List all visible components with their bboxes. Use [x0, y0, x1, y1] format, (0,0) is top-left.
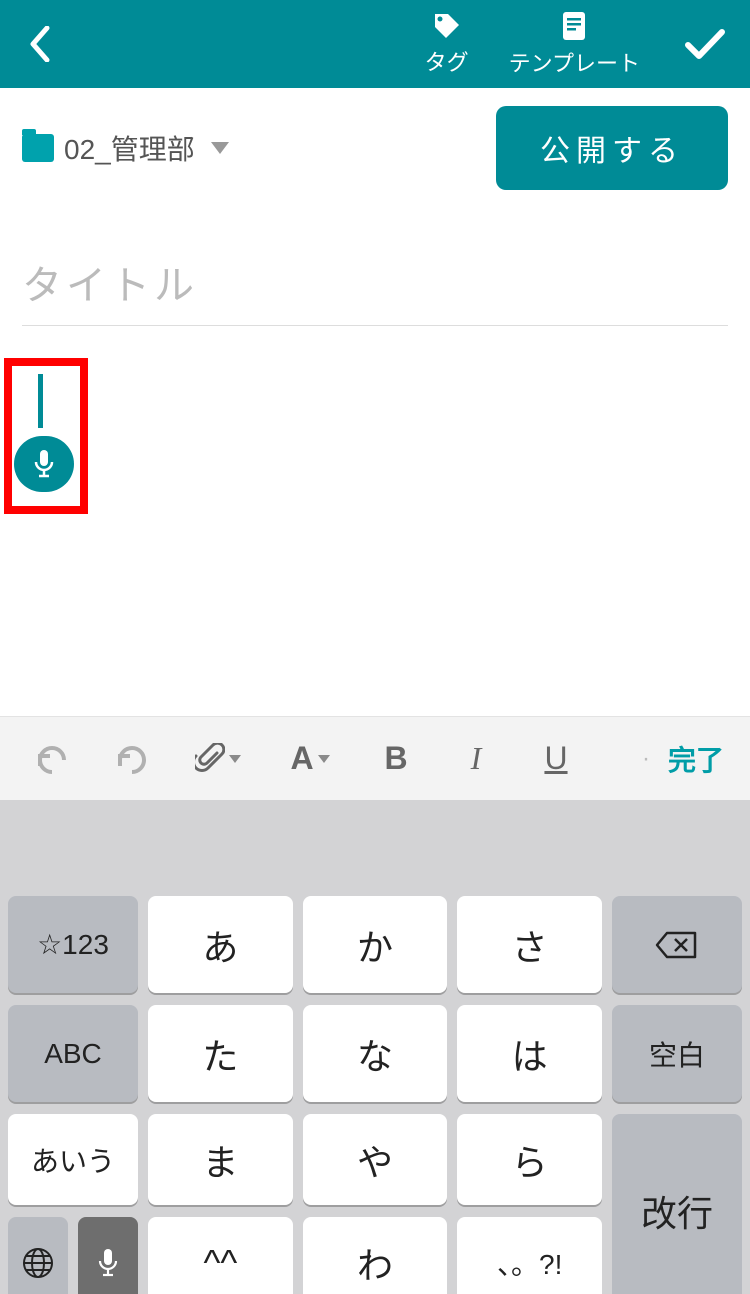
- undo-icon: [34, 744, 70, 774]
- key-wa[interactable]: わ: [303, 1217, 448, 1294]
- publish-button[interactable]: 公開する: [496, 106, 728, 190]
- bold-button[interactable]: B: [360, 731, 432, 787]
- done-button[interactable]: 完了: [658, 739, 734, 779]
- voice-input-button[interactable]: [14, 436, 74, 492]
- key-backspace[interactable]: [612, 896, 742, 993]
- soft-keyboard: ☆123 あ か さ ABC た な は 空白 あいう ま: [0, 800, 750, 1294]
- key-ha[interactable]: は: [457, 1005, 602, 1102]
- italic-icon: I: [471, 740, 482, 777]
- template-button[interactable]: テンプレート: [509, 10, 640, 78]
- key-space[interactable]: 空白: [612, 1005, 742, 1102]
- chevron-down-icon: [229, 755, 241, 763]
- redo-icon: [114, 744, 150, 774]
- bold-icon: B: [384, 740, 407, 777]
- tag-button[interactable]: タグ: [425, 11, 469, 77]
- font-style-button[interactable]: A: [268, 731, 352, 787]
- chevron-down-icon: [318, 755, 330, 763]
- template-label: テンプレート: [509, 46, 640, 78]
- microphone-icon: [96, 1247, 120, 1279]
- key-ma[interactable]: ま: [148, 1114, 293, 1205]
- back-button[interactable]: [20, 24, 60, 64]
- key-ya[interactable]: や: [303, 1114, 448, 1205]
- folder-selector[interactable]: 02_管理部: [22, 128, 229, 168]
- chevron-down-icon: [211, 142, 229, 154]
- key-symbols[interactable]: ☆123: [8, 896, 138, 993]
- body-editor[interactable]: [0, 336, 750, 716]
- key-punct[interactable]: 、。?!: [457, 1217, 602, 1294]
- title-input[interactable]: [22, 248, 728, 326]
- key-na[interactable]: な: [303, 1005, 448, 1102]
- redo-button[interactable]: [96, 731, 168, 787]
- italic-button[interactable]: I: [440, 731, 512, 787]
- key-kana[interactable]: あいう: [8, 1114, 138, 1205]
- key-abc[interactable]: ABC: [8, 1005, 138, 1102]
- underline-button[interactable]: U: [520, 731, 592, 787]
- backspace-icon: [655, 929, 699, 961]
- font-a-icon: A: [290, 740, 313, 777]
- title-area: [0, 208, 750, 336]
- toolbar-separator: ·: [642, 745, 650, 773]
- text-cursor: [38, 374, 43, 428]
- key-a[interactable]: あ: [148, 896, 293, 993]
- folder-name: 02_管理部: [64, 128, 195, 168]
- key-ka[interactable]: か: [303, 896, 448, 993]
- chevron-left-icon: [29, 26, 51, 62]
- attach-button[interactable]: [176, 731, 260, 787]
- format-toolbar: A B I U · 完了: [0, 716, 750, 800]
- tag-label: タグ: [425, 45, 469, 77]
- key-sa[interactable]: さ: [457, 896, 602, 993]
- folder-icon: [22, 134, 54, 162]
- key-globe[interactable]: [8, 1217, 68, 1294]
- confirm-button[interactable]: [680, 19, 730, 69]
- key-ra[interactable]: ら: [457, 1114, 602, 1205]
- key-return[interactable]: 改行: [612, 1114, 742, 1294]
- sub-bar: 02_管理部 公開する: [0, 88, 750, 208]
- undo-button[interactable]: [16, 731, 88, 787]
- microphone-icon: [31, 448, 57, 480]
- check-icon: [684, 27, 726, 61]
- key-mic[interactable]: [78, 1217, 138, 1294]
- template-icon: [559, 10, 589, 42]
- globe-icon: [21, 1246, 55, 1280]
- key-ta[interactable]: た: [148, 1005, 293, 1102]
- tag-icon: [432, 11, 462, 41]
- app-header: タグ テンプレート: [0, 0, 750, 88]
- underline-icon: U: [544, 740, 567, 777]
- key-emoji[interactable]: ^^: [148, 1217, 293, 1294]
- paperclip-icon: [195, 743, 225, 775]
